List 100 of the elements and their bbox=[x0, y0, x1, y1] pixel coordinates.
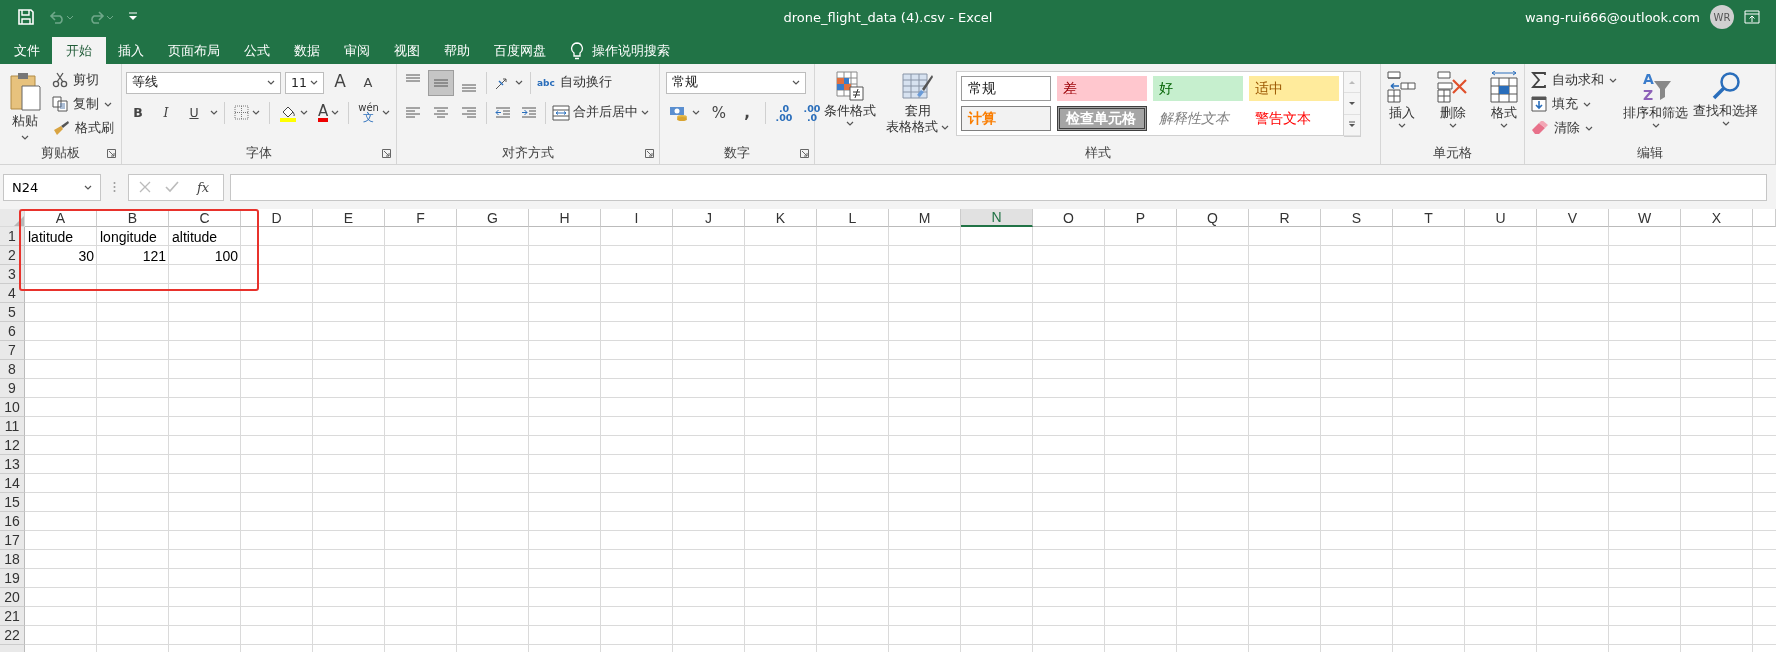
column-header[interactable]: X bbox=[1681, 209, 1753, 227]
column-header[interactable] bbox=[1753, 209, 1776, 227]
column-header[interactable]: N bbox=[961, 209, 1033, 227]
column-header[interactable]: J bbox=[673, 209, 745, 227]
brush-button[interactable]: 格式刷 bbox=[50, 117, 116, 139]
row-header[interactable]: 21 bbox=[0, 607, 25, 626]
ribbon-tab[interactable]: 数据 bbox=[282, 37, 332, 64]
format-cells-button[interactable]: 格式 bbox=[1485, 69, 1522, 142]
row-header[interactable]: 16 bbox=[0, 512, 25, 531]
ribbon-tab[interactable]: 视图 bbox=[382, 37, 432, 64]
column-header[interactable]: P bbox=[1105, 209, 1177, 227]
dialog-launcher-icon[interactable] bbox=[645, 149, 654, 158]
column-header[interactable]: F bbox=[385, 209, 457, 227]
sort-button[interactable]: A Z 排序和筛选 bbox=[1622, 69, 1689, 142]
ribbon-tab[interactable]: 插入 bbox=[106, 37, 156, 64]
column-header[interactable]: Q bbox=[1177, 209, 1249, 227]
bold-button[interactable]: B bbox=[126, 100, 150, 125]
column-header[interactable]: E bbox=[313, 209, 385, 227]
ribbon-tab[interactable]: 公式 bbox=[232, 37, 282, 64]
format-as-table-button[interactable]: 套用 表格格式 bbox=[883, 69, 952, 142]
row-header[interactable]: 7 bbox=[0, 341, 25, 360]
row-header[interactable]: 13 bbox=[0, 455, 25, 474]
column-header[interactable]: G bbox=[457, 209, 529, 227]
grow-font-button[interactable]: A bbox=[328, 70, 352, 95]
ribbon-tab[interactable]: 文件 bbox=[2, 37, 52, 64]
column-header[interactable]: U bbox=[1465, 209, 1537, 227]
number-format-field[interactable]: 常规 bbox=[666, 71, 806, 94]
avatar[interactable]: WR bbox=[1710, 5, 1734, 29]
row-header[interactable]: 17 bbox=[0, 531, 25, 550]
row-header[interactable]: 4 bbox=[0, 284, 25, 303]
column-header[interactable]: S bbox=[1321, 209, 1393, 227]
autosum-button[interactable]: 自动求和 bbox=[1529, 69, 1619, 91]
comma-style-button[interactable]: , bbox=[735, 100, 759, 125]
underline-button[interactable]: U bbox=[182, 100, 206, 125]
row-header[interactable]: 11 bbox=[0, 417, 25, 436]
row-header[interactable]: 10 bbox=[0, 398, 25, 417]
ribbon-tab[interactable]: 百度网盘 bbox=[482, 37, 558, 64]
percent-button[interactable]: % bbox=[707, 100, 731, 125]
row-header[interactable]: 22 bbox=[0, 626, 25, 645]
tell-me-search[interactable]: 操作说明搜索 bbox=[592, 41, 670, 60]
row-header[interactable]: 5 bbox=[0, 303, 25, 322]
paste-button[interactable]: 粘贴 bbox=[6, 69, 44, 142]
cancel-icon[interactable] bbox=[139, 181, 151, 193]
clear-button[interactable]: 清除 bbox=[1529, 117, 1619, 139]
phonetic-guide-button[interactable]: wén 文 bbox=[355, 100, 393, 125]
column-header[interactable]: H bbox=[529, 209, 601, 227]
dialog-launcher-icon[interactable] bbox=[382, 149, 391, 158]
column-header[interactable]: R bbox=[1249, 209, 1321, 227]
insert-cells-button[interactable]: 插入 bbox=[1383, 69, 1420, 142]
column-header[interactable]: V bbox=[1537, 209, 1609, 227]
column-header[interactable]: O bbox=[1033, 209, 1105, 227]
formula-input[interactable] bbox=[230, 173, 1767, 201]
row-header[interactable]: 15 bbox=[0, 493, 25, 512]
row-header[interactable]: 14 bbox=[0, 474, 25, 493]
row-header[interactable]: 9 bbox=[0, 379, 25, 398]
cut-button[interactable]: 剪切 bbox=[50, 69, 116, 91]
ribbon-tab[interactable]: 页面布局 bbox=[156, 37, 232, 64]
row-header[interactable]: 2 bbox=[0, 246, 25, 265]
dialog-launcher-icon[interactable] bbox=[800, 149, 809, 158]
conditional-formatting-button[interactable]: 条件格式 bbox=[821, 69, 879, 142]
enter-icon[interactable] bbox=[165, 181, 179, 193]
column-header[interactable]: D bbox=[241, 209, 313, 227]
shrink-font-button[interactable]: A bbox=[356, 70, 380, 95]
column-header[interactable]: L bbox=[817, 209, 889, 227]
column-header[interactable]: M bbox=[889, 209, 961, 227]
column-header[interactable]: K bbox=[745, 209, 817, 227]
row-header[interactable]: 8 bbox=[0, 360, 25, 379]
customize-toolbar-icon[interactable] bbox=[128, 12, 138, 22]
row-header[interactable]: 1 bbox=[0, 227, 25, 246]
align-middle-button[interactable] bbox=[428, 69, 454, 96]
row-header[interactable]: 12 bbox=[0, 436, 25, 455]
row-header[interactable]: 3 bbox=[0, 265, 25, 284]
lightbulb-icon[interactable] bbox=[570, 41, 584, 60]
row-header[interactable]: 20 bbox=[0, 588, 25, 607]
row-header[interactable]: 6 bbox=[0, 322, 25, 341]
ribbon-tab[interactable]: 开始 bbox=[52, 37, 106, 64]
dialog-launcher-icon[interactable] bbox=[107, 149, 116, 158]
ribbon-display-options-icon[interactable] bbox=[1744, 10, 1760, 24]
column-header[interactable]: I bbox=[601, 209, 673, 227]
gallery-more-button[interactable] bbox=[1344, 114, 1360, 136]
italic-button[interactable]: I bbox=[154, 100, 178, 125]
redo-icon[interactable] bbox=[88, 10, 114, 24]
cell-style-normal[interactable]: 常规 bbox=[961, 76, 1051, 101]
ribbon-tab[interactable]: 审阅 bbox=[332, 37, 382, 64]
insert-function-button[interactable]: fx bbox=[193, 179, 214, 195]
name-box[interactable]: N24 bbox=[3, 173, 101, 201]
cell-style-neutral[interactable]: 适中 bbox=[1249, 76, 1339, 101]
font-name-field[interactable]: 等线 bbox=[126, 71, 281, 94]
gallery-scroll-up-button[interactable] bbox=[1344, 72, 1360, 94]
row-header[interactable]: 18 bbox=[0, 550, 25, 569]
ribbon-tab[interactable]: 帮助 bbox=[432, 37, 482, 64]
row-header[interactable]: 19 bbox=[0, 569, 25, 588]
delete-cells-button[interactable]: 删除 bbox=[1433, 69, 1472, 142]
cell-style-good[interactable]: 好 bbox=[1153, 76, 1243, 101]
decrease-decimal-button[interactable]: .00 .0 bbox=[800, 100, 824, 125]
wrap-text-button[interactable]: abc 自动换行 bbox=[535, 71, 614, 94]
account-name[interactable]: wang-rui666@outlook.com bbox=[1524, 9, 1700, 25]
save-icon[interactable] bbox=[18, 9, 34, 25]
find-button[interactable]: 查找和选择 bbox=[1692, 69, 1759, 142]
merge-center-button[interactable]: 合并后居中 bbox=[550, 101, 651, 124]
